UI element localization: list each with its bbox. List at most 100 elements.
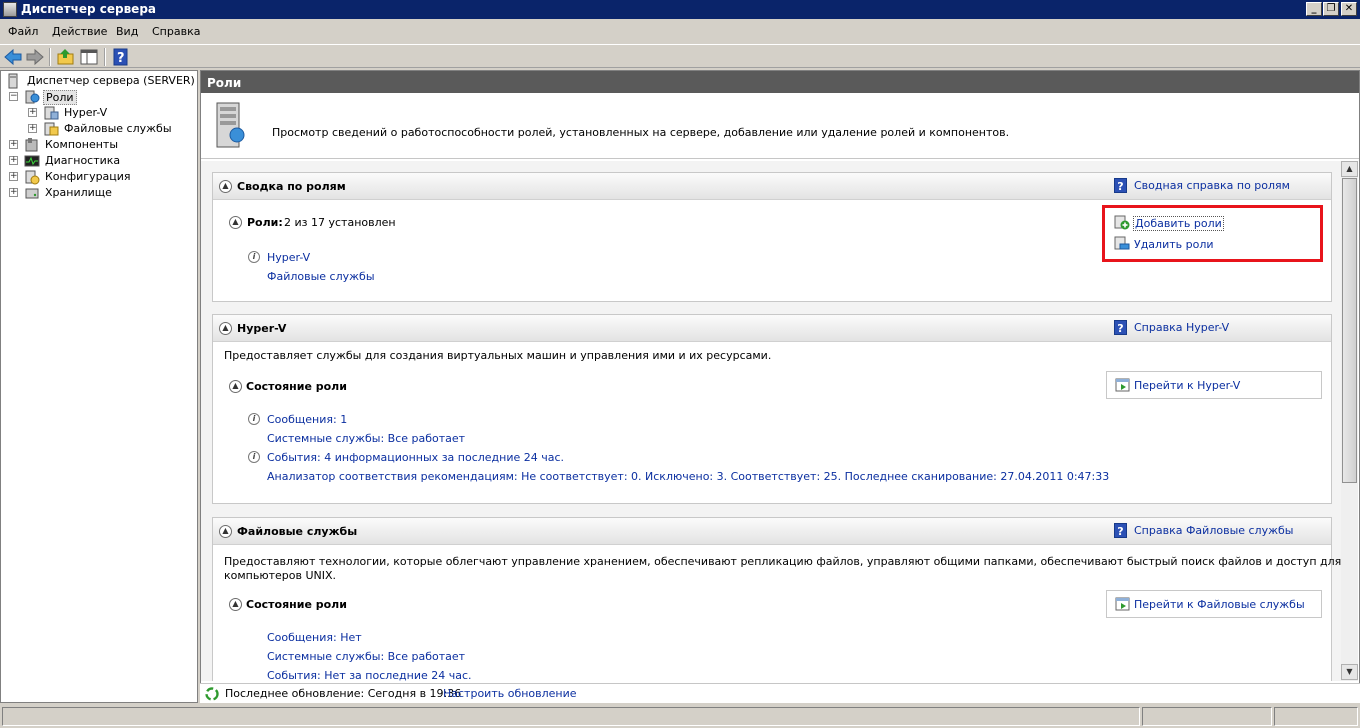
toolbar: ? — [0, 44, 1360, 68]
expand-icon[interactable]: + — [9, 140, 18, 149]
role-link-file-services[interactable]: Файловые службы — [267, 270, 375, 283]
server-roles-icon — [213, 101, 245, 149]
expand-icon[interactable]: + — [9, 188, 18, 197]
roles-summary-section: ▲ Сводка по ролям ? Сводная справка по р… — [212, 172, 1332, 302]
features-icon — [24, 137, 40, 153]
collapse-section-icon[interactable]: ▲ — [219, 180, 232, 193]
goto-hyperv-link[interactable]: Перейти к Hyper-V — [1134, 379, 1240, 392]
back-icon[interactable] — [3, 48, 23, 66]
hyperv-events-link[interactable]: События: 4 информационных за последние 2… — [267, 451, 564, 464]
file-services-help-link[interactable]: Справка Файловые службы — [1134, 524, 1293, 537]
hyperv-help-link[interactable]: Справка Hyper-V — [1134, 321, 1229, 334]
svg-text:?: ? — [117, 51, 125, 66]
hyperv-services-link[interactable]: Системные службы: Все работает — [267, 432, 465, 445]
forward-icon[interactable] — [25, 48, 45, 66]
hyperv-messages-link[interactable]: Сообщения: 1 — [267, 413, 347, 426]
configure-refresh-link[interactable]: Настроить обновление — [443, 687, 577, 700]
collapse-section-icon[interactable]: ▲ — [229, 216, 242, 229]
roles-icon — [24, 89, 40, 105]
console-tree-icon[interactable] — [79, 48, 99, 66]
expand-icon[interactable]: + — [9, 172, 18, 181]
tree-item-label: Компоненты — [45, 138, 119, 151]
scroll-up-icon[interactable]: ▲ — [1341, 161, 1358, 177]
server-manager-window: Диспетчер сервера _ ❐ ✕ Файл Действие Ви… — [0, 0, 1360, 728]
section-header: ▲ Сводка по ролям ? Сводная справка по р… — [213, 173, 1331, 200]
menu-view[interactable]: Вид — [116, 25, 138, 38]
hyperv-description: Предоставляет службы для создания виртуа… — [224, 349, 772, 362]
tree-root-label: Диспетчер сервера (SERVER) — [27, 74, 195, 87]
roles-summary-help-link[interactable]: Сводная справка по ролям — [1134, 179, 1290, 192]
collapse-section-icon[interactable]: ▲ — [219, 525, 232, 538]
menu-bar: Файл Действие Вид Справка — [0, 20, 1360, 44]
file-services-events-link[interactable]: События: Нет за последние 24 час. — [267, 669, 472, 681]
status-cell — [2, 707, 1140, 726]
last-update-text: Последнее обновление: Сегодня в 19:36 — [225, 687, 462, 700]
status-cell — [1274, 707, 1358, 726]
collapse-section-icon[interactable]: ▲ — [229, 598, 242, 611]
goto-icon — [1115, 596, 1131, 612]
expand-icon[interactable]: + — [9, 156, 18, 165]
server-manager-icon — [3, 2, 17, 17]
restore-button[interactable]: ❐ — [1323, 2, 1339, 16]
tree-item-label: Хранилище — [45, 186, 112, 199]
description-banner: Просмотр сведений о работоспособности ро… — [201, 93, 1359, 159]
vertical-scrollbar[interactable]: ▲ ▼ — [1341, 161, 1358, 681]
collapse-section-icon[interactable]: ▲ — [229, 380, 242, 393]
role-status-title: Состояние роли — [246, 598, 347, 611]
storage-icon — [24, 185, 40, 201]
section-title: Сводка по ролям — [237, 180, 346, 193]
refresh-icon — [204, 686, 220, 705]
tree-item-label: Hyper-V — [64, 106, 108, 119]
tree-item-label: Роли — [43, 90, 77, 105]
help-icon: ? — [1114, 523, 1127, 538]
roles-count: 2 из 17 установлен — [284, 216, 396, 229]
help-icon[interactable]: ? — [111, 48, 131, 66]
collapse-icon[interactable]: − — [9, 92, 18, 101]
file-services-description: Предоставляют технологии, которые облегч… — [224, 555, 1341, 568]
goto-file-services-box: Перейти к Файловые службы — [1106, 590, 1322, 618]
configuration-icon — [24, 169, 40, 185]
role-link-hyperv[interactable]: Hyper-V — [267, 251, 310, 264]
role-status-title: Состояние роли — [246, 380, 347, 393]
status-cell — [1142, 707, 1272, 726]
console-tree: Диспетчер сервера (SERVER) − Роли + Hype… — [0, 70, 198, 703]
toolbar-separator — [104, 48, 106, 66]
help-icon: ? — [1114, 178, 1127, 193]
scroll-area: ▲ Сводка по ролям ? Сводная справка по р… — [201, 161, 1341, 681]
tree-item-label: Файловые службы — [64, 122, 172, 135]
hyperv-bpa-link[interactable]: Анализатор соответствия рекомендациям: Н… — [267, 470, 1109, 483]
menu-help[interactable]: Справка — [152, 25, 200, 38]
scroll-down-icon[interactable]: ▼ — [1341, 664, 1358, 680]
expand-icon[interactable]: + — [28, 108, 37, 117]
toolbar-separator — [49, 48, 51, 66]
file-services-services-link[interactable]: Системные службы: Все работает — [267, 650, 465, 663]
title-bar: Диспетчер сервера _ ❐ ✕ — [0, 0, 1360, 19]
scroll-thumb[interactable] — [1342, 178, 1357, 483]
minimize-button[interactable]: _ — [1306, 2, 1322, 16]
status-bar — [0, 705, 1360, 728]
diagnostics-icon — [24, 153, 40, 169]
goto-hyperv-box: Перейти к Hyper-V — [1106, 371, 1322, 399]
goto-file-services-link[interactable]: Перейти к Файловые службы — [1134, 598, 1305, 611]
refresh-status-bar: Последнее обновление: Сегодня в 19:36 На… — [200, 683, 1360, 703]
hyperv-section: ▲ Hyper-V ? Справка Hyper-V Предоставляе… — [212, 314, 1332, 504]
section-header: ▲ Файловые службы ? Справка Файловые слу… — [213, 518, 1331, 545]
goto-icon — [1115, 377, 1131, 393]
expand-icon[interactable]: + — [28, 124, 37, 133]
page-description: Просмотр сведений о работоспособности ро… — [272, 126, 1010, 139]
menu-file[interactable]: Файл — [8, 25, 38, 38]
server-icon — [5, 73, 21, 89]
collapse-section-icon[interactable]: ▲ — [219, 322, 232, 335]
menu-action[interactable]: Действие — [52, 25, 107, 38]
section-title: Файловые службы — [237, 525, 358, 538]
file-services-icon — [43, 121, 59, 137]
info-icon: i — [248, 451, 260, 463]
details-pane: Роли Просмотр сведений о работоспособнос… — [200, 70, 1360, 703]
section-header: ▲ Hyper-V ? Справка Hyper-V — [213, 315, 1331, 342]
info-icon: i — [248, 251, 260, 263]
tree-item-label: Диагностика — [45, 154, 121, 167]
close-button[interactable]: ✕ — [1341, 2, 1357, 16]
page-title: Роли — [201, 71, 1359, 93]
up-icon[interactable] — [56, 48, 76, 66]
file-services-messages-link[interactable]: Сообщения: Нет — [267, 631, 362, 644]
